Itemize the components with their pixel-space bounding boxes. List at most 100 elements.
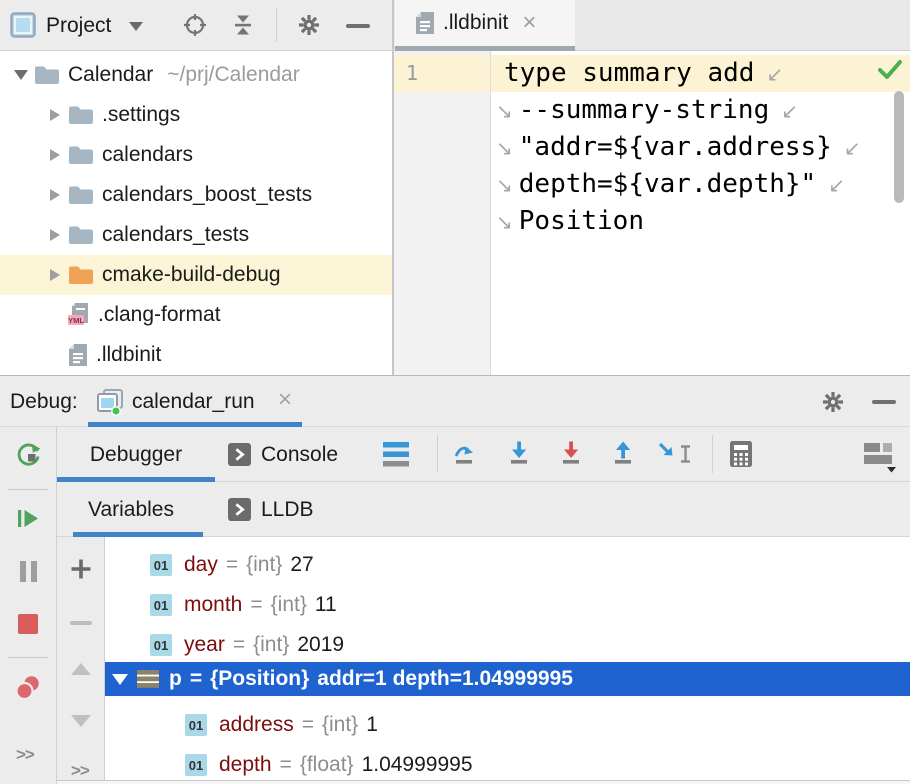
move-down-icon[interactable] (71, 715, 91, 727)
inspections-ok-icon[interactable] (878, 60, 902, 80)
primitive-value-icon: 01 (150, 554, 172, 576)
collapse-all-icon[interactable] (230, 12, 256, 38)
project-toolbar: Project (0, 0, 393, 51)
show-frames-icon[interactable] (382, 441, 410, 468)
pause-icon[interactable] (17, 559, 40, 584)
view-breakpoints-icon[interactable] (13, 673, 43, 703)
more-actions-icon[interactable]: >> (71, 761, 89, 781)
chevron-down-icon[interactable] (14, 70, 28, 80)
settings-gear-icon[interactable] (820, 389, 846, 415)
tree-item-calendars-boost-tests[interactable]: calendars_boost_tests (0, 175, 392, 215)
debug-session-tab[interactable]: calendar_run × (88, 377, 302, 427)
run-to-cursor-icon[interactable] (655, 439, 695, 469)
variables-body: >> 01 day = {int} 27 01 month (57, 537, 910, 784)
text-file-icon (68, 343, 88, 367)
move-up-icon[interactable] (71, 663, 91, 675)
variable-row-p-selected[interactable]: p = {Position} addr=1 depth=1.04999995 (105, 662, 910, 696)
tab-debugger[interactable]: Debugger (57, 427, 215, 482)
primitive-value-icon: 01 (150, 594, 172, 616)
project-pane-icon (10, 12, 36, 38)
folder-icon (68, 225, 94, 245)
close-session-icon[interactable]: × (278, 388, 292, 412)
folder-icon (68, 145, 94, 165)
tree-item-clang-format[interactable]: YML .clang-format (0, 295, 392, 335)
folder-icon (68, 105, 94, 125)
tree-item-label: cmake-build-debug (102, 263, 281, 287)
tree-item-calendars[interactable]: calendars (0, 135, 392, 175)
soft-wrap-icon: ↙ (828, 173, 845, 197)
resume-icon[interactable] (15, 505, 42, 532)
editor-scrollbar[interactable] (894, 91, 904, 203)
variable-row-address[interactable]: 01 address = {int} 1 (105, 705, 910, 745)
debug-header: Debug: calendar_run × (0, 377, 910, 427)
excluded-folder-icon (68, 265, 94, 285)
variables-list: 01 day = {int} 27 01 month = {int} 11 (105, 537, 910, 784)
chevron-right-icon[interactable] (50, 109, 60, 121)
variable-row-month[interactable]: 01 month = {int} 11 (105, 585, 910, 625)
line-number: 1 (406, 55, 418, 92)
editor-tab-lldbinit[interactable]: .lldbinit × (395, 0, 575, 46)
debug-main: Debugger Console (57, 427, 910, 784)
more-actions-icon[interactable]: >> (16, 745, 34, 765)
tree-item-label: .settings (102, 103, 180, 127)
settings-gear-icon[interactable] (296, 12, 322, 38)
step-into-icon[interactable] (505, 439, 535, 469)
debug-title: Debug: (10, 377, 78, 427)
primitive-value-icon: 01 (185, 714, 207, 736)
step-out-icon[interactable] (609, 439, 639, 469)
chevron-right-icon[interactable] (50, 149, 60, 161)
layout-settings-icon[interactable] (862, 437, 900, 475)
folder-icon (68, 185, 94, 205)
soft-wrap-icon: ↘ (496, 99, 513, 123)
variable-row-year[interactable]: 01 year = {int} 2019 (105, 625, 910, 665)
console-icon (228, 498, 251, 521)
chevron-right-icon[interactable] (50, 229, 60, 241)
folder-icon (34, 65, 60, 85)
tree-item-label: Calendar (68, 63, 153, 87)
editor-tabbar: .lldbinit × (393, 0, 910, 51)
tree-item-calendar-root[interactable]: Calendar ~/prj/Calendar (0, 55, 392, 95)
hide-panel-icon[interactable] (346, 24, 370, 28)
tab-variables[interactable]: Variables (57, 482, 205, 537)
soft-wrap-icon: ↘ (496, 173, 513, 197)
debugger-tabs-row: Debugger Console (57, 427, 910, 482)
chevron-down-icon[interactable] (129, 22, 143, 31)
remove-watch-icon[interactable] (70, 621, 92, 625)
toolbar-separator (8, 657, 48, 658)
tab-lldb[interactable]: LLDB (205, 482, 345, 537)
close-tab-icon[interactable]: × (522, 11, 536, 35)
force-step-into-icon[interactable] (557, 439, 587, 469)
tree-item-cmake-build-debug[interactable]: cmake-build-debug (0, 255, 392, 295)
run-configuration-icon (96, 388, 124, 416)
toolbar-separator (437, 435, 438, 473)
project-pane-title[interactable]: Project (46, 0, 111, 51)
code-line: ↘"addr=${var.address}↙ (496, 129, 861, 166)
code-line: ↘depth=${var.depth}"↙ (496, 166, 845, 203)
variable-row-depth[interactable]: 01 depth = {float} 1.04999995 (105, 745, 910, 784)
tree-item-label: calendars_tests (102, 223, 249, 247)
soft-wrap-icon: ↙ (844, 136, 861, 160)
editor-pane[interactable]: 1 type summary add↙ ↘--summary-string↙ ↘… (393, 51, 910, 375)
locate-target-icon[interactable] (182, 12, 208, 38)
toolbar-separator (8, 489, 48, 490)
tree-item-lldbinit[interactable]: .lldbinit (0, 335, 392, 375)
gutter-border (490, 51, 491, 375)
tree-item-calendars-tests[interactable]: calendars_tests (0, 215, 392, 255)
hide-panel-icon[interactable] (872, 400, 896, 404)
rerun-icon[interactable] (15, 441, 42, 468)
code-line: ↘Position (496, 203, 644, 240)
console-icon (228, 443, 251, 466)
chevron-right-icon[interactable] (50, 189, 60, 201)
tree-item-settings[interactable]: .settings (0, 95, 392, 135)
primitive-value-icon: 01 (150, 634, 172, 656)
collapse-arrow-icon[interactable] (112, 674, 128, 685)
text-file-icon (415, 11, 435, 35)
stop-icon[interactable] (17, 613, 39, 635)
tree-item-label: calendars (102, 143, 193, 167)
variable-row-day[interactable]: 01 day = {int} 27 (105, 545, 910, 585)
chevron-right-icon[interactable] (50, 269, 60, 281)
add-watch-icon[interactable] (69, 557, 93, 581)
tab-console[interactable]: Console (215, 427, 360, 482)
step-over-icon[interactable] (452, 439, 482, 469)
evaluate-expression-icon[interactable] (726, 439, 756, 469)
